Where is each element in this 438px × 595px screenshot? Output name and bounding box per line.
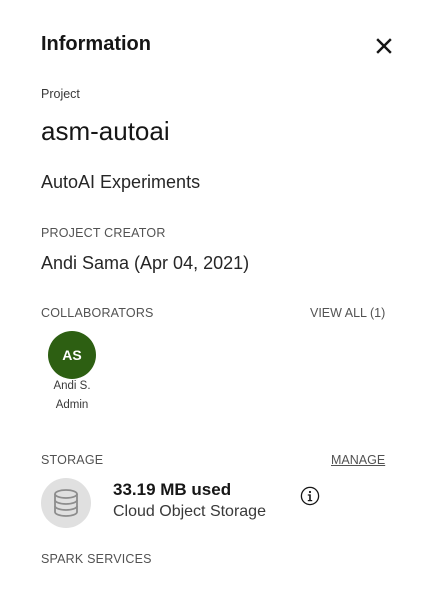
- project-creator-value: Andi Sama (Apr 04, 2021): [41, 253, 250, 273]
- project-creator-label: PROJECT CREATOR: [41, 226, 166, 240]
- collaborator-name: Andi S.: [53, 380, 91, 392]
- storage-type: Cloud Object Storage: [113, 503, 266, 520]
- avatar[interactable]: AS: [48, 331, 96, 379]
- project-description: AutoAI Experiments: [41, 172, 201, 192]
- collaborators-label: COLLABORATORS: [41, 306, 154, 320]
- storage-label: STORAGE: [41, 453, 104, 467]
- view-all-collaborators-link[interactable]: VIEW ALL (1): [310, 306, 385, 320]
- project-name: asm-autoai: [41, 116, 170, 146]
- storage-used: 33.19 MB used: [113, 480, 232, 499]
- panel-title: Information: [41, 33, 151, 55]
- spark-services-label: SPARK SERVICES: [41, 552, 152, 566]
- database-icon: [41, 478, 91, 528]
- information-panel: Information Project asm-autoai AutoAI Ex…: [0, 0, 438, 595]
- project-label: Project: [41, 87, 80, 101]
- info-icon[interactable]: [300, 486, 320, 506]
- collaborator-role: Admin: [55, 399, 89, 411]
- close-icon[interactable]: [373, 35, 395, 57]
- manage-storage-link[interactable]: MANAGE: [331, 453, 385, 467]
